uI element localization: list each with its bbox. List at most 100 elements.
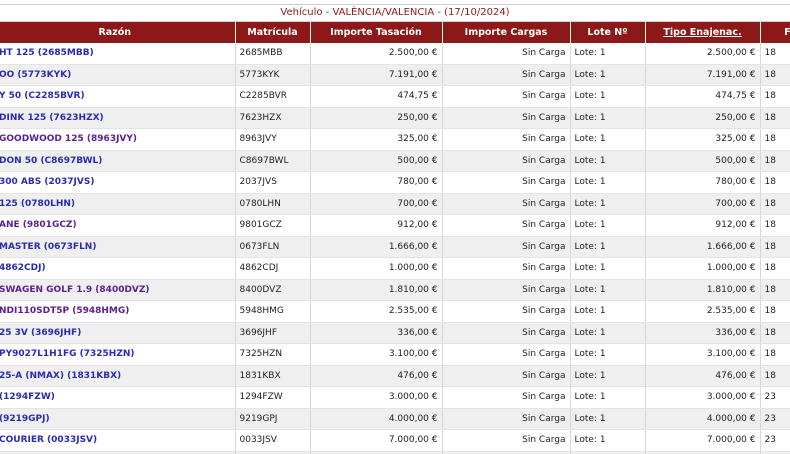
vehicle-link[interactable]: COURIER (0033JSV): [0, 435, 97, 445]
table-row: 4862CDJ) 4862CDJ 1.000,00 € Sin Carga Lote: …: [0, 257, 790, 280]
cell-tipo-enajenac: 476,00 €: [645, 365, 761, 387]
cell-tipo-enajenac: 7.000,00 €: [645, 429, 761, 452]
cell-razon: 4862CDJ): [0, 257, 236, 280]
table-row: (9219GPJ) 9219GPJ 4.000,00 € Sin Carga Lote:…: [0, 408, 790, 430]
cell-importe-cargas: Sin Carga: [442, 322, 571, 344]
vehicle-link[interactable]: DINK 125 (7623HZX): [0, 113, 104, 123]
cell-matricula: 8400DVZ: [235, 279, 311, 301]
table-row: OO (5773KYK) 5773KYK 7.191,00 € Sin Carga Lo…: [0, 64, 790, 86]
cell-lote: Lote: 1: [570, 171, 646, 194]
cell-matricula: 7623HZX: [235, 107, 311, 129]
cell-matricula: 1294FZW: [235, 386, 311, 409]
col-header-importe-cargas[interactable]: Importe Cargas: [442, 22, 571, 43]
vehicle-link[interactable]: GOODWOOD 125 (8963JVY): [0, 134, 137, 144]
cell-matricula: 2037JVS: [235, 171, 311, 194]
cell-tipo-enajenac: 7.191,00 €: [645, 64, 761, 86]
cell-importe-tasacion: 1.810,00 €: [310, 279, 443, 301]
cell-lote: Lote: 1: [570, 386, 646, 409]
vehicle-link[interactable]: HT 125 (2685MBB): [0, 48, 94, 58]
table-row: GOODWOOD 125 (8963JVY) 8963JVY 325,00 € Sin…: [0, 128, 790, 151]
table-row: DON 50 (C8697BWL) C8697BWL 500,00 € Sin Car…: [0, 150, 790, 172]
col-header-razon[interactable]: Razón: [0, 22, 236, 43]
vehicle-link[interactable]: 25 3V (3696JHF): [0, 328, 81, 338]
cell-f: 23: [760, 408, 790, 430]
cell-lote: Lote: 1: [570, 429, 646, 452]
table-row: MASTER (0673FLN) 0673FLN 1.666,00 € Sin Car…: [0, 236, 790, 258]
cell-tipo-enajenac: 325,00 €: [645, 128, 761, 151]
cell-importe-tasacion: 3.000,00 €: [310, 386, 443, 409]
cell-f: 18: [760, 236, 790, 258]
cell-importe-cargas: Sin Carga: [442, 408, 571, 430]
cell-importe-cargas: Sin Carga: [442, 300, 571, 323]
cell-tipo-enajenac: 2.500,00 €: [645, 43, 761, 65]
cell-razon: 25-A (NMAX) (1831KBX): [0, 365, 236, 387]
cell-importe-tasacion: 2.535,00 €: [310, 300, 443, 323]
cell-importe-cargas: Sin Carga: [442, 257, 571, 280]
cell-importe-tasacion: 780,00 €: [310, 171, 443, 194]
cell-f: 23: [760, 429, 790, 452]
table-row: HT 125 (2685MBB) 2685MBB 2.500,00 € Sin Car…: [0, 43, 790, 65]
cell-razon: COURIER (0033JSV): [0, 429, 236, 452]
cell-lote: Lote: 1: [570, 214, 646, 237]
vehicle-link[interactable]: (1294FZW): [0, 392, 55, 402]
col-header-tipo-enajenac-label: Tipo Enajenac.: [663, 27, 742, 38]
col-header-matricula[interactable]: Matrícula: [235, 22, 311, 43]
col-header-tipo-enajenac[interactable]: Tipo Enajenac.: [645, 22, 761, 43]
table-row: ANE (9801GCZ) 9801GCZ 912,00 € Sin Carga Lot…: [0, 214, 790, 237]
cell-importe-tasacion: 7.000,00 €: [310, 429, 443, 452]
vehicle-link[interactable]: 4862CDJ): [0, 263, 46, 273]
cell-f: 18: [760, 150, 790, 172]
cell-importe-tasacion: 4.000,00 €: [310, 408, 443, 430]
vehicle-link[interactable]: 25-A (NMAX) (1831KBX): [0, 371, 121, 381]
vehicle-link[interactable]: OO (5773KYK): [0, 70, 71, 80]
col-header-importe-tasacion[interactable]: Importe Tasación: [310, 22, 443, 43]
cell-importe-tasacion: 700,00 €: [310, 193, 443, 215]
cell-razon: (9219GPJ): [0, 408, 236, 430]
vehicle-link[interactable]: Y 50 (C2285BVR): [0, 91, 85, 101]
vehicle-link[interactable]: MASTER (0673FLN): [0, 242, 96, 252]
cell-lote: Lote: 1: [570, 64, 646, 86]
cell-importe-cargas: Sin Carga: [442, 171, 571, 194]
cell-matricula: 4862CDJ: [235, 257, 311, 280]
cell-tipo-enajenac: 336,00 €: [645, 322, 761, 344]
results-table: Razón Matrícula Importe Tasación Importe…: [0, 22, 790, 454]
cell-tipo-enajenac: 474,75 €: [645, 85, 761, 108]
vehicle-link[interactable]: SWAGEN GOLF 1.9 (8400DVZ): [0, 285, 150, 295]
cell-importe-tasacion: 325,00 €: [310, 128, 443, 151]
cell-importe-tasacion: 336,00 €: [310, 322, 443, 344]
cell-importe-cargas: Sin Carga: [442, 85, 571, 108]
cell-matricula: 1831KBX: [235, 365, 311, 387]
vehicle-link[interactable]: 125 (0780LHN): [0, 199, 75, 209]
cell-tipo-enajenac: 3.000,00 €: [645, 386, 761, 409]
cell-f: 18: [760, 322, 790, 344]
cell-importe-cargas: Sin Carga: [442, 214, 571, 237]
vehicle-link[interactable]: ANE (9801GCZ): [0, 220, 77, 230]
cell-tipo-enajenac: 3.100,00 €: [645, 343, 761, 366]
vehicle-link[interactable]: PY9027L1H1FG (7325HZN): [0, 349, 135, 359]
cell-tipo-enajenac: 250,00 €: [645, 107, 761, 129]
cell-matricula: 5773KYK: [235, 64, 311, 86]
cell-f: 18: [760, 300, 790, 323]
vehicle-link[interactable]: 300 ABS (2037JVS): [0, 177, 94, 187]
cell-lote: Lote: 1: [570, 193, 646, 215]
cell-importe-tasacion: 3.100,00 €: [310, 343, 443, 366]
cell-f: 18: [760, 214, 790, 237]
vehicle-link[interactable]: DON 50 (C8697BWL): [0, 156, 102, 166]
cell-importe-tasacion: 500,00 €: [310, 150, 443, 172]
cell-importe-cargas: Sin Carga: [442, 150, 571, 172]
cell-lote: Lote: 1: [570, 236, 646, 258]
cell-lote: Lote: 1: [570, 107, 646, 129]
cell-razon: SWAGEN GOLF 1.9 (8400DVZ): [0, 279, 236, 301]
col-header-lote[interactable]: Lote Nº: [570, 22, 646, 43]
vehicle-link[interactable]: (9219GPJ): [0, 414, 50, 424]
cell-lote: Lote: 1: [570, 85, 646, 108]
cell-importe-tasacion: 1.000,00 €: [310, 257, 443, 280]
cell-matricula: C2285BVR: [235, 85, 311, 108]
cell-f: 23: [760, 386, 790, 409]
cell-tipo-enajenac: 4.000,00 €: [645, 408, 761, 430]
cell-importe-cargas: Sin Carga: [442, 107, 571, 129]
vehicle-link[interactable]: NDI110SDT5P (5948HMG): [0, 306, 129, 316]
cell-f: 18: [760, 43, 790, 65]
cell-razon: GOODWOOD 125 (8963JVY): [0, 128, 236, 151]
col-header-f[interactable]: F: [760, 22, 790, 43]
